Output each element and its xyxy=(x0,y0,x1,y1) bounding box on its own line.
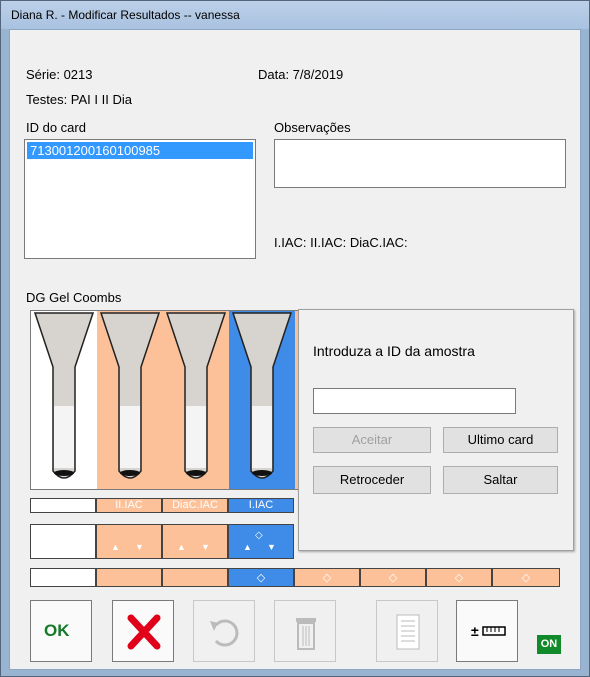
on-badge[interactable]: ON xyxy=(537,635,561,654)
column-label: DiaC.IAC xyxy=(162,498,228,513)
result-cell[interactable]: ◇ xyxy=(492,568,560,587)
column-label: II.IAC xyxy=(96,498,162,513)
card-id-list[interactable]: 713001200160100985 xyxy=(24,139,256,259)
red-x-icon xyxy=(127,614,161,650)
accept-button[interactable]: Aceitar xyxy=(313,427,431,453)
result-cell[interactable]: ◇ xyxy=(360,568,426,587)
serie-label: Série: 0213 xyxy=(26,67,93,82)
result-cell[interactable]: ◇ xyxy=(294,568,360,587)
up-arrow-icon[interactable]: ▲ xyxy=(111,538,120,556)
card-id-item[interactable]: 713001200160100985 xyxy=(27,142,253,159)
score-cell[interactable]: ▲ ▼ xyxy=(96,524,162,559)
up-arrow-icon[interactable]: ▲ xyxy=(243,538,252,556)
document-icon xyxy=(396,614,420,650)
result-row: ◇ ◇ ◇ ◇ ◇ xyxy=(30,568,560,587)
last-card-button[interactable]: Ultimo card xyxy=(443,427,558,453)
score-cell[interactable] xyxy=(30,524,96,559)
back-button[interactable]: Retroceder xyxy=(313,466,431,494)
observations-label: Observações xyxy=(274,120,351,135)
tests-label: Testes: PAI I II Dia xyxy=(26,92,132,107)
card-type-label: DG Gel Coombs xyxy=(26,290,122,305)
down-arrow-icon[interactable]: ▼ xyxy=(201,538,210,556)
score-cell[interactable]: ◇ ▲ ▼ xyxy=(228,524,294,559)
plus-minus-ruler-icon: ± xyxy=(471,623,506,639)
score-cell[interactable]: ▲ ▼ xyxy=(162,524,228,559)
date-label: Data: 7/8/2019 xyxy=(258,67,344,82)
skip-button[interactable]: Saltar xyxy=(443,466,558,494)
sample-id-input[interactable] xyxy=(313,388,516,414)
diamond-icon: ◇ xyxy=(256,572,266,584)
column-label xyxy=(30,498,96,513)
diamond-icon: ◇ xyxy=(322,572,332,584)
dialog-prompt: Introduza a ID da amostra xyxy=(313,343,475,359)
iac-results-line: I.IAC: II.IAC: DiaC.IAC: xyxy=(274,235,408,250)
ruler-button[interactable]: ± xyxy=(456,600,518,662)
cancel-button[interactable] xyxy=(112,600,174,662)
result-cell[interactable] xyxy=(162,568,228,587)
delete-button[interactable] xyxy=(274,600,336,662)
diamond-icon: ◇ xyxy=(388,572,398,584)
trash-icon xyxy=(296,618,316,650)
observations-field[interactable] xyxy=(274,139,566,188)
column-label: I.IAC xyxy=(228,498,294,513)
ok-button[interactable]: OK xyxy=(30,600,92,662)
sample-id-dialog: Introduza a ID da amostra Aceitar Ultimo… xyxy=(298,309,574,551)
down-arrow-icon[interactable]: ▼ xyxy=(267,538,276,556)
diamond-icon: ◇ xyxy=(255,530,263,541)
result-cell[interactable] xyxy=(30,568,96,587)
diamond-icon: ◇ xyxy=(454,572,464,584)
diamond-icon: ◇ xyxy=(521,572,531,584)
card-id-label: ID do card xyxy=(26,120,86,135)
title-bar[interactable]: Diana R. - Modificar Resultados -- vanes… xyxy=(1,1,589,29)
down-arrow-icon[interactable]: ▼ xyxy=(135,538,144,556)
up-arrow-icon[interactable]: ▲ xyxy=(177,538,186,556)
result-cell[interactable] xyxy=(96,568,162,587)
report-button[interactable] xyxy=(376,600,438,662)
result-cell[interactable]: ◇ xyxy=(228,568,294,587)
result-cell[interactable]: ◇ xyxy=(426,568,492,587)
undo-button[interactable] xyxy=(193,600,255,662)
window-title: Diana R. - Modificar Resultados -- vanes… xyxy=(11,8,240,22)
undo-icon xyxy=(210,619,239,647)
svg-text:±: ± xyxy=(471,623,479,639)
ok-label: OK xyxy=(44,621,70,640)
